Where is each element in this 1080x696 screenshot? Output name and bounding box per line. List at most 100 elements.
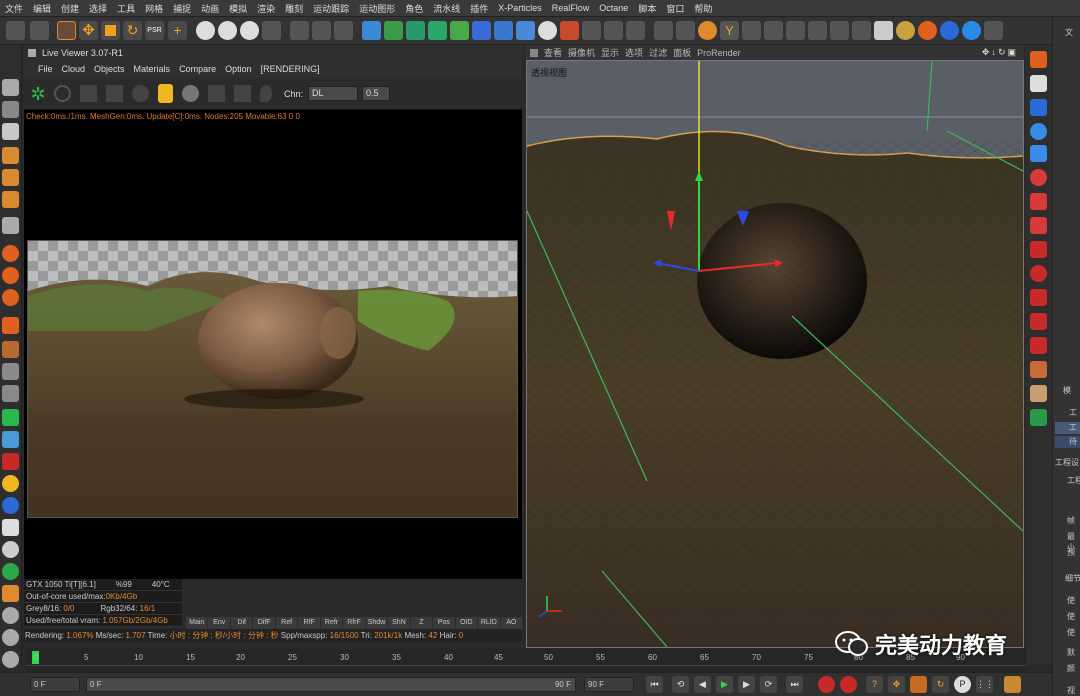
array-icon[interactable]	[450, 21, 469, 40]
menu-script[interactable]: 脚本	[633, 2, 661, 15]
coordinate-system-icon[interactable]	[262, 21, 281, 40]
stop-icon[interactable]	[106, 85, 123, 102]
menu-x-particles[interactable]: X-Particles	[493, 3, 547, 13]
checker-icon[interactable]	[830, 21, 849, 40]
red-dot-icon[interactable]	[1030, 169, 1047, 186]
menu-create[interactable]: 创建	[56, 2, 84, 15]
cycle-icon[interactable]	[2, 563, 19, 580]
scale-tool-icon[interactable]	[101, 21, 120, 40]
render-output-image[interactable]	[27, 240, 518, 518]
qr-icon[interactable]	[962, 21, 981, 40]
channel-tab-dif[interactable]: Dif	[230, 617, 253, 629]
key-param-icon[interactable]: P	[954, 676, 971, 693]
layout-icon[interactable]	[984, 21, 1003, 40]
menu-select[interactable]: 选择	[84, 2, 112, 15]
vp-menu-cameras[interactable]: 摄像机	[568, 46, 595, 59]
x-axis-icon[interactable]	[196, 21, 215, 40]
menu-octane[interactable]: Octane	[594, 3, 633, 13]
channel-tab-rff[interactable]: RfF	[298, 617, 320, 629]
viewport-nav-icons[interactable]: ✥↓↻▣	[982, 47, 1018, 58]
rotate-tool-icon[interactable]: ↻	[123, 21, 142, 40]
menu-animate[interactable]: 动画	[196, 2, 224, 15]
dots-icon[interactable]	[626, 21, 645, 40]
pause-icon[interactable]	[80, 85, 97, 102]
channel-tab-diff[interactable]: DifF	[253, 617, 275, 629]
tag-icon[interactable]	[1030, 123, 1047, 140]
channel-amount-field[interactable]: 0.5	[362, 86, 390, 101]
light-icon[interactable]	[538, 21, 557, 40]
menu-mesh[interactable]: 网格	[140, 2, 168, 15]
lv-menu-compare[interactable]: Compare	[179, 64, 216, 74]
channel-tab-pos[interactable]: Pos	[433, 617, 455, 629]
keyframe-selection-icon[interactable]: ?	[866, 676, 883, 693]
brush-icon[interactable]	[2, 317, 19, 334]
channel-tab-oid[interactable]: OID	[455, 617, 478, 629]
previous-key-icon[interactable]: ⟲	[672, 676, 689, 693]
autokey-icon[interactable]	[840, 676, 857, 693]
fire-icon[interactable]	[1030, 193, 1047, 210]
rect-icon[interactable]	[2, 519, 19, 536]
wind-icon[interactable]	[1030, 289, 1047, 306]
channel-tab-refr[interactable]: Refr	[320, 617, 343, 629]
focus-icon[interactable]	[234, 85, 251, 102]
vp-menu-prorender[interactable]: ProRender	[697, 48, 741, 58]
image-icon[interactable]	[1030, 75, 1047, 92]
go-to-end-icon[interactable]: ⏭	[786, 676, 803, 693]
render-settings-icon[interactable]	[334, 21, 353, 40]
menu-help[interactable]: 帮助	[689, 2, 717, 15]
channel-tab-shdw[interactable]: Shdw	[365, 617, 388, 629]
next-frame-icon[interactable]: ▶	[738, 676, 755, 693]
splash-icon[interactable]	[1030, 217, 1047, 234]
project-tab[interactable]: 工	[1055, 422, 1080, 434]
sphere-icon-3[interactable]	[2, 651, 19, 668]
y-plugin-icon[interactable]: Y	[720, 21, 739, 40]
target-icon[interactable]	[2, 541, 19, 558]
wave-icon[interactable]	[940, 21, 959, 40]
frame-range-slider[interactable]: 0 F 90 F	[86, 677, 576, 692]
key-position-icon[interactable]: ✥	[888, 676, 905, 693]
key-rotation-icon[interactable]: ↻	[932, 676, 949, 693]
render-view-icon[interactable]	[290, 21, 309, 40]
deformer-icon[interactable]	[472, 21, 491, 40]
sphere-icon-2[interactable]	[2, 629, 19, 646]
model-mode-icon[interactable]	[2, 79, 19, 96]
octane-camera-icon[interactable]	[1030, 51, 1047, 68]
menu-snap[interactable]: 捕捉	[168, 2, 196, 15]
menu-realflow[interactable]: RealFlow	[547, 3, 595, 13]
axis-mode-icon[interactable]	[2, 217, 19, 234]
menu-edit[interactable]: 编辑	[28, 2, 56, 15]
polygons-mode-icon[interactable]	[2, 191, 19, 208]
s-tool-icon-2[interactable]	[2, 267, 19, 284]
sun-icon[interactable]	[2, 475, 19, 492]
channel-tab-rlid[interactable]: RLID	[478, 617, 500, 629]
snap-icon[interactable]	[676, 21, 695, 40]
vp-menu-view[interactable]: 查看	[544, 46, 562, 59]
lv-menu-file[interactable]: File	[38, 64, 53, 74]
menu-tools[interactable]: 工具	[112, 2, 140, 15]
record-keys-icon[interactable]	[818, 676, 835, 693]
redo-icon[interactable]	[30, 21, 49, 40]
vp-menu-filter[interactable]: 过滤	[649, 46, 667, 59]
add-icon[interactable]: +	[168, 21, 187, 40]
lv-menu-materials[interactable]: Materials	[134, 64, 171, 74]
channel-tab-ref[interactable]: Ref	[275, 617, 298, 629]
sky-icon[interactable]	[2, 431, 19, 448]
menu-motion-tracking[interactable]: 运动跟踪	[308, 2, 354, 15]
points-mode-icon[interactable]	[2, 147, 19, 164]
channel-tab-z[interactable]: Z	[410, 617, 433, 629]
menu-sculpt[interactable]: 雕刻	[280, 2, 308, 15]
cube-icon[interactable]	[362, 21, 381, 40]
paint-icon[interactable]	[582, 21, 601, 40]
layers-icon[interactable]	[2, 341, 19, 358]
go-to-start-icon[interactable]: ⏮	[646, 676, 663, 693]
gear-icon[interactable]	[132, 85, 149, 102]
edges-mode-icon[interactable]	[2, 169, 19, 186]
region-icon[interactable]	[208, 85, 225, 102]
particles-icon[interactable]	[1030, 313, 1047, 330]
channel-tab-env[interactable]: Env	[208, 617, 230, 629]
crown-icon[interactable]	[1030, 361, 1047, 378]
lock-icon[interactable]	[158, 84, 173, 103]
pen-icon[interactable]	[384, 21, 403, 40]
objects-tab[interactable]: 文	[1065, 27, 1073, 38]
menu-character[interactable]: 角色	[400, 2, 428, 15]
